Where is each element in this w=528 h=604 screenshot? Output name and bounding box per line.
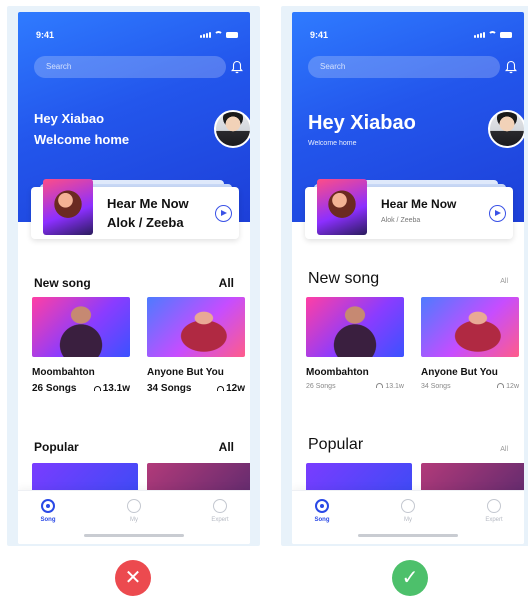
avatar[interactable] [488,110,524,148]
play-icon[interactable] [215,205,232,222]
disc-icon [315,499,329,513]
now-playing-artist: Alok / Zeeba [381,217,421,224]
song-card[interactable]: Moombahton 26 Songs 13.1w [306,297,404,409]
signal-icon [474,32,485,38]
song-name: Moombahton [306,367,369,378]
now-playing-card[interactable]: Hear Me Now Alok / Zeeba [31,179,239,239]
user-icon [127,499,141,513]
tab-expert[interactable]: Expert [200,499,240,523]
avatar[interactable] [214,110,250,148]
now-playing-artist: Alok / Zeeba [107,215,184,230]
user-icon [401,499,415,513]
tab-label: Expert [211,517,229,523]
disc-icon [41,499,55,513]
battery-icon [500,32,512,38]
song-cover [147,297,245,357]
greeting-title: Hey Xiabao [308,112,416,134]
headphones-icon [217,386,225,391]
song-card[interactable]: Anyone But You 34 Songs 12w [147,297,245,409]
album-cover [43,179,93,235]
bell-icon[interactable] [505,60,517,74]
greeting-title: Hey Xiabao [34,111,105,126]
song-meta: 26 Songs 13.1w [32,383,130,394]
home-indicator [84,534,184,537]
song-name: Anyone But You [147,367,224,378]
song-plays: 13.1w [93,383,130,394]
song-meta: 34 Songs 12w [421,383,519,390]
song-count: 26 Songs [32,383,77,394]
tab-expert[interactable]: Expert [474,499,514,523]
play-icon[interactable] [489,205,506,222]
status-bar: 9:41 [292,30,524,44]
search-placeholder: Search [46,62,72,71]
system-icons [474,31,512,38]
system-icons [200,31,238,38]
home-indicator [358,534,458,537]
now-playing-title: Hear Me Now [381,197,457,211]
cross-icon: ✕ [124,567,142,589]
tab-label: Song [40,517,56,523]
new-song-heading: New song [34,276,91,290]
phone-screen: 9:41 Search Hey Xiabao Welcome home Hear… [292,12,524,544]
new-song-all-link[interactable]: All [500,278,508,285]
greeting-subtitle: Welcome home [34,132,130,147]
now-playing-title: Hear Me Now [107,196,189,211]
song-plays: 13.1w [376,383,404,390]
comparison-stage: 9:41 Search Hey Xiabao Welcome home Hear… [0,0,528,604]
bell-icon[interactable] [231,60,243,74]
song-count: 34 Songs [421,383,451,390]
headphones-icon [497,383,505,388]
search-input[interactable]: Search [34,56,226,78]
wifi-icon [214,31,223,38]
signal-icon [200,32,211,38]
status-bar: 9:41 [18,30,250,44]
tab-label: Song [314,517,330,523]
song-cover [306,297,404,357]
headphones-icon [213,499,227,513]
headphones-icon [487,499,501,513]
song-count: 26 Songs [306,383,336,390]
tab-label: My [404,517,412,523]
popular-all-link[interactable]: All [219,440,234,454]
song-count: 34 Songs [147,383,192,394]
album-cover [317,179,367,235]
headphones-icon [93,386,101,391]
song-name: Moombahton [32,367,95,378]
song-plays: 12w [497,383,519,390]
tab-label: My [130,517,138,523]
song-meta: 34 Songs 12w [147,383,245,394]
greeting-subtitle: Welcome home [308,140,357,147]
tab-song[interactable]: Song [28,499,68,544]
song-name: Anyone But You [421,367,498,378]
song-plays: 12w [217,383,245,394]
new-song-all-link[interactable]: All [219,276,234,290]
incorrect-badge: ✕ [115,560,151,596]
battery-icon [226,32,238,38]
status-time: 9:41 [310,30,329,40]
song-meta: 26 Songs 13.1w [306,383,404,390]
correct-example-panel: 9:41 Search Hey Xiabao Welcome home Hear… [281,6,528,546]
song-cover [421,297,519,357]
search-input[interactable]: Search [308,56,500,78]
correct-badge: ✓ [392,560,428,596]
status-time: 9:41 [36,30,55,40]
tab-my[interactable]: My [114,499,154,523]
check-icon: ✓ [401,567,419,589]
tab-label: Expert [485,517,503,523]
wifi-icon [488,31,497,38]
song-card[interactable]: Anyone But You 34 Songs 12w [421,297,519,409]
tab-song[interactable]: Song [302,499,342,544]
search-placeholder: Search [320,62,346,71]
song-cover [32,297,130,357]
popular-heading: Popular [34,440,79,454]
new-song-heading: New song [308,270,380,287]
popular-heading: Popular [308,436,364,453]
incorrect-example-panel: 9:41 Search Hey Xiabao Welcome home Hear… [7,6,260,546]
tab-my[interactable]: My [388,499,428,523]
now-playing-card[interactable]: Hear Me Now Alok / Zeeba [305,179,513,239]
popular-all-link[interactable]: All [500,446,508,453]
headphones-icon [376,383,384,388]
song-card[interactable]: Moombahton 26 Songs 13.1w [32,297,130,409]
phone-screen: 9:41 Search Hey Xiabao Welcome home Hear… [18,12,250,544]
